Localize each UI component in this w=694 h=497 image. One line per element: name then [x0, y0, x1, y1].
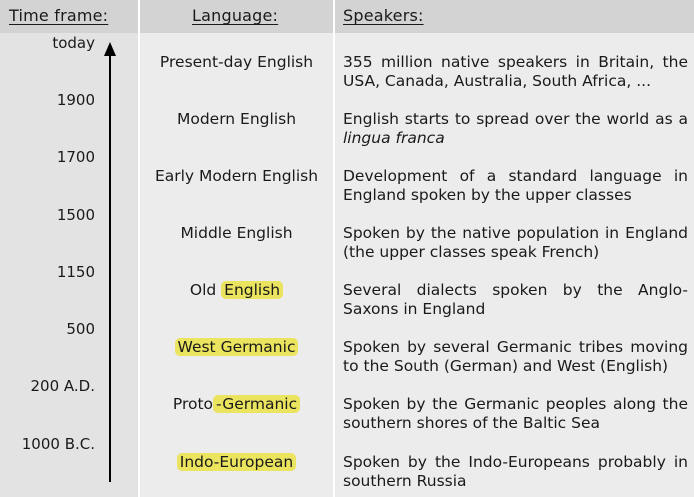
language-name: Modern English — [176, 110, 297, 128]
header-speakers-label: Speakers: — [343, 6, 424, 25]
language-indo-european: Indo-European — [140, 453, 333, 471]
language-name: Old — [189, 281, 222, 299]
speakers-text-line1: Spoken by the Indo-Europeans probably in — [343, 453, 688, 471]
timeline-axis — [109, 52, 111, 482]
time-label-1500: 1500 — [56, 206, 95, 224]
speakers-early-modern-english: Development of a standard language in En… — [343, 167, 688, 205]
time-label-1000bc: 1000 B.C. — [21, 435, 95, 453]
time-label-200ad: 200 A.D. — [30, 377, 95, 395]
speakers-modern-english: English starts to spread over the world … — [343, 110, 688, 148]
speakers-old-english: Several dialects spoken by the Anglo- Sa… — [343, 281, 688, 319]
language-name: Middle English — [180, 224, 293, 242]
language-early-modern-english: Early Modern English — [140, 167, 333, 185]
language-history-table: Time frame: Language: Speakers: today 19… — [0, 0, 694, 497]
speakers-text-line2: southern shores of the Baltic Sea — [343, 414, 600, 432]
language-name: Present-day English — [159, 53, 314, 71]
speakers-text-line1: Spoken by the Germanic peoples along the — [343, 395, 688, 413]
speakers-text-line2-wrap: lingua franca — [343, 129, 688, 148]
speakers-text-line1: English starts to spread over the world … — [343, 110, 688, 128]
speakers-text-line2: (the upper classes speak French) — [343, 243, 600, 261]
header-language-label: Language: — [192, 6, 279, 25]
language-old-english: Old English — [140, 281, 333, 299]
language-column — [140, 0, 333, 497]
speakers-text-line1: Development of a standard language in — [343, 167, 688, 185]
speakers-text-line2: England spoken by the upper classes — [343, 186, 632, 204]
language-name: Early Modern English — [154, 167, 319, 185]
speakers-text-line2: southern Russia — [343, 472, 467, 490]
time-label-1900: 1900 — [56, 91, 95, 109]
time-label-today: today — [52, 34, 95, 52]
speakers-middle-english: Spoken by the native population in Engla… — [343, 224, 688, 262]
header-time-frame: Time frame: — [0, 0, 138, 33]
header-speakers: Speakers: — [335, 0, 694, 33]
time-label-1150: 1150 — [56, 263, 95, 281]
speakers-text-line2: USA, Canada, Australia, South Africa, ..… — [343, 72, 651, 90]
language-highlight: English — [221, 281, 284, 299]
time-label-500: 500 — [66, 320, 95, 338]
time-column — [0, 0, 138, 497]
header-language: Language: — [140, 0, 333, 33]
language-modern-english: Modern English — [140, 110, 333, 128]
language-proto-germanic: Proto -Germanic — [140, 395, 333, 413]
speakers-text-line2: to the South (German) and West (English) — [343, 357, 669, 375]
speakers-text-line1: Several dialects spoken by the Anglo- — [343, 281, 688, 299]
speakers-text-line2: Saxons in England — [343, 300, 486, 318]
language-highlight: West Germanic — [174, 338, 299, 356]
language-name: Proto — [172, 395, 214, 413]
language-highlight: -Germanic — [213, 395, 301, 413]
time-label-1700: 1700 — [56, 148, 95, 166]
language-highlight: Indo-European — [176, 453, 297, 471]
arrow-up-icon — [104, 42, 116, 56]
speakers-west-germanic: Spoken by several Germanic tribes moving… — [343, 338, 688, 376]
language-west-germanic: West Germanic — [140, 338, 333, 356]
speakers-indo-european: Spoken by the Indo-Europeans probably in… — [343, 453, 688, 491]
language-present-day-english: Present-day English — [140, 53, 333, 71]
speakers-present-day-english: 355 million native speakers in Britain, … — [343, 53, 688, 91]
language-middle-english: Middle English — [140, 224, 333, 242]
header-time-frame-label: Time frame: — [9, 6, 109, 25]
speakers-text-line2: lingua franca — [343, 129, 445, 147]
speakers-text-line1: 355 million native speakers in Britain, … — [343, 53, 688, 71]
speakers-text-line1: Spoken by several Germanic tribes moving — [343, 338, 688, 356]
table-header: Time frame: Language: Speakers: — [0, 0, 694, 33]
speakers-text-line1: Spoken by the native population in Engla… — [343, 224, 688, 242]
speakers-proto-germanic: Spoken by the Germanic peoples along the… — [343, 395, 688, 433]
